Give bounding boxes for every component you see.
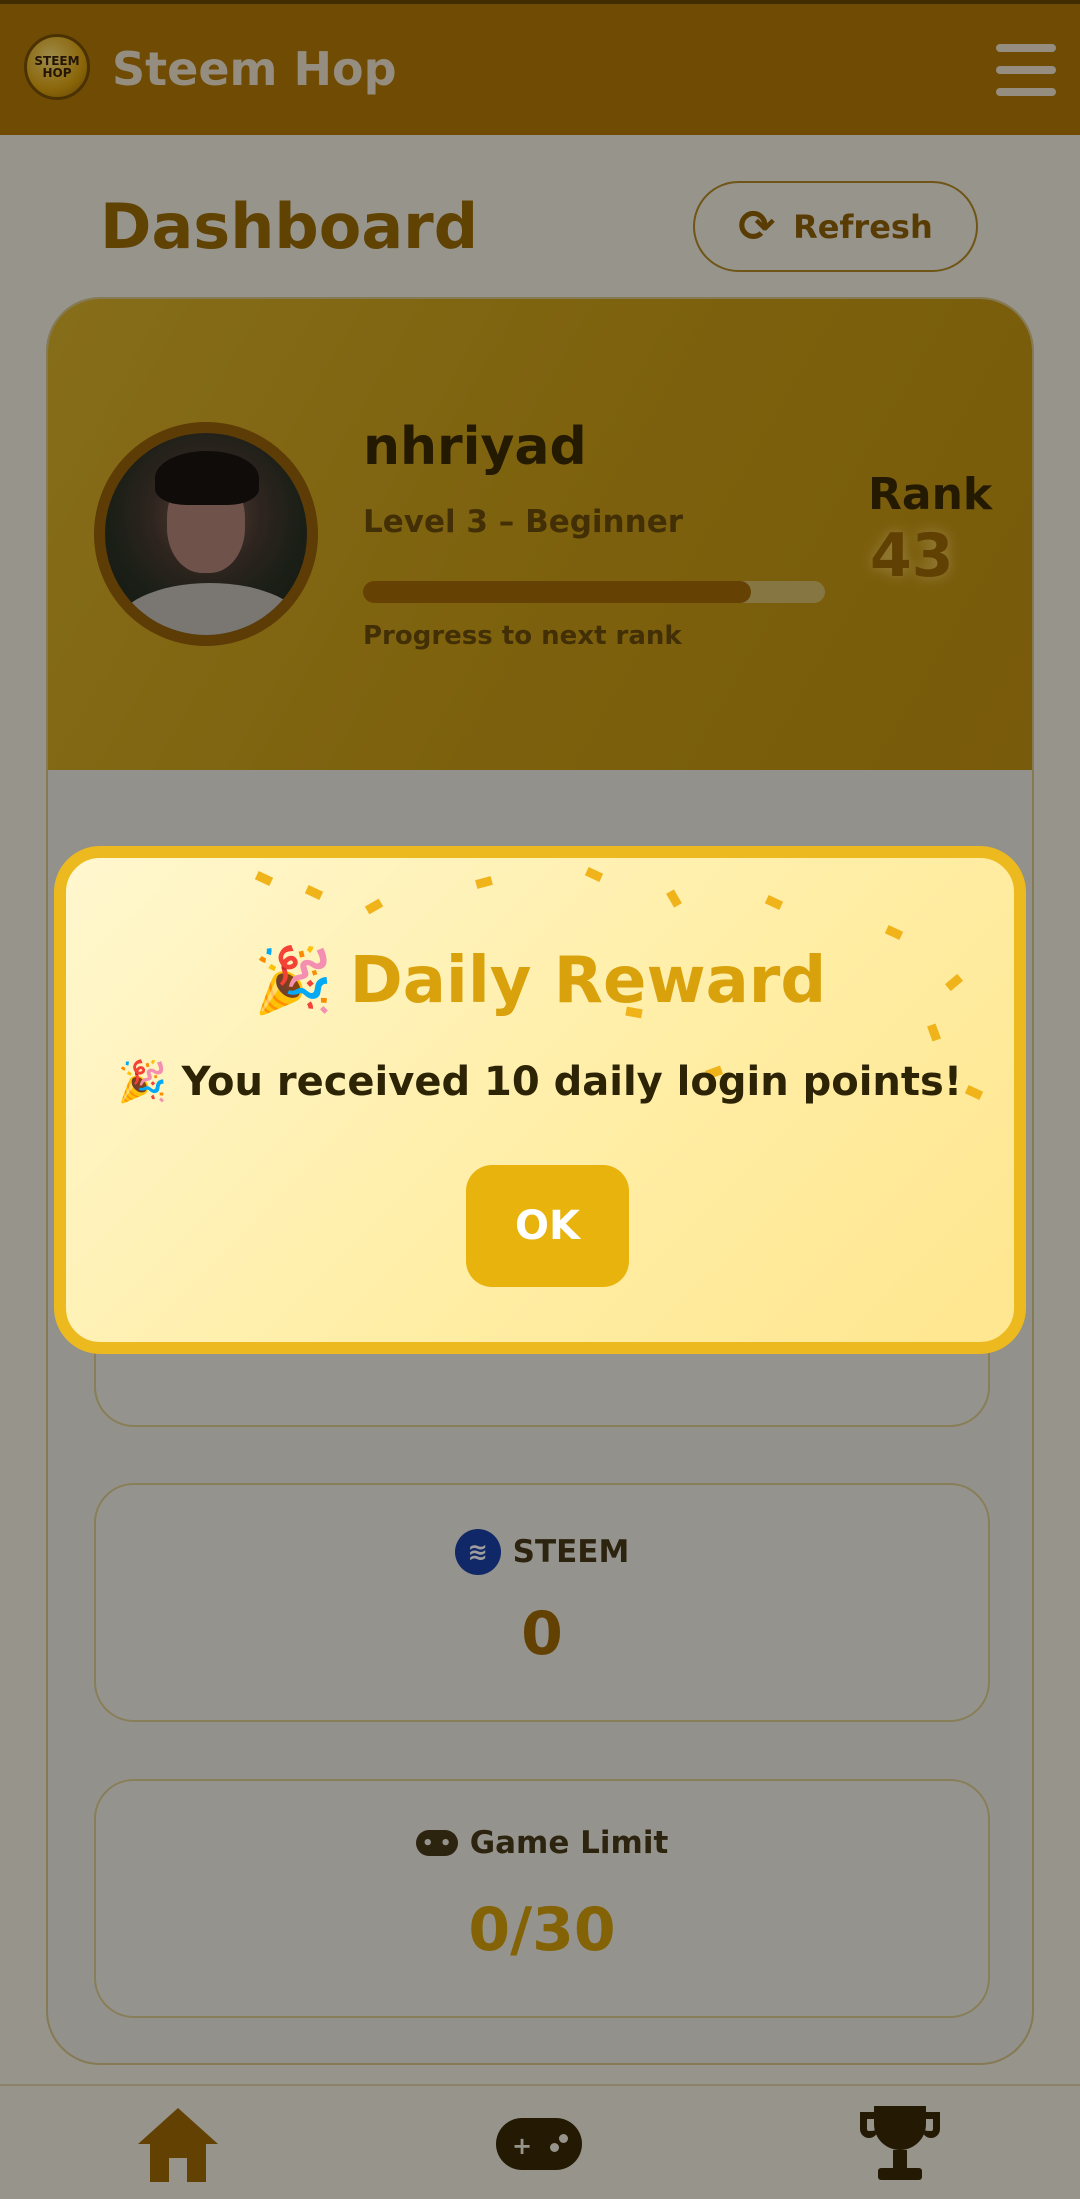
dialog-title-text: Daily Reward [349,943,827,1018]
ok-button[interactable]: OK [466,1165,629,1287]
dialog-message: 🎉 You received 10 daily login points! [66,1058,1014,1105]
dialog-title: 🎉 Daily Reward [66,943,1014,1019]
daily-reward-dialog: 🎉 Daily Reward 🎉 You received 10 daily l… [54,846,1026,1354]
party-popper-icon: 🎉 [117,1059,168,1105]
dialog-message-text: You received 10 daily login points! [181,1059,963,1105]
party-popper-icon: 🎉 [253,944,334,1018]
